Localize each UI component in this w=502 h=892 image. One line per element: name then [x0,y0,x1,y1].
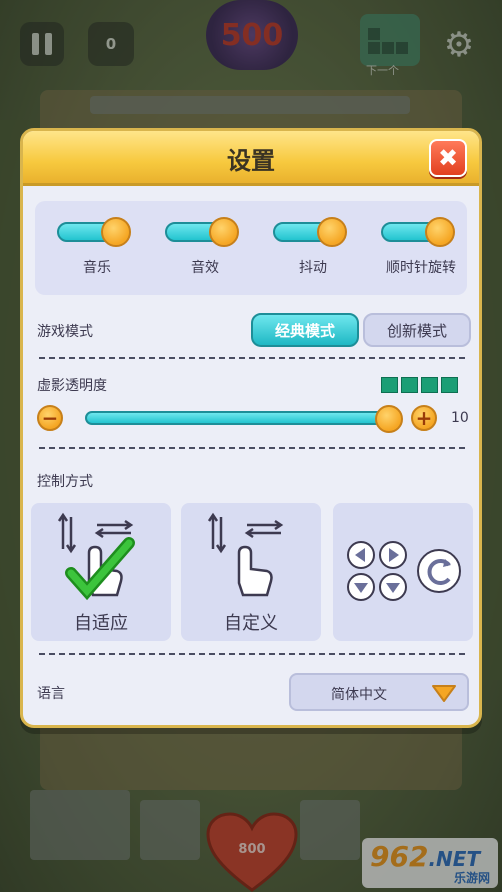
dpad-controls-icon [347,541,461,601]
toggle-label: 音效 [191,260,219,276]
language-label: 语言 [37,686,65,702]
chevron-down-icon [432,685,456,702]
opacity-slider-handle[interactable] [375,405,403,433]
divider [39,447,465,449]
settings-dialog: 设置 ✖ 音乐 音效 抖动 顺时针旋转 游戏模式 经典模式 创新模式 虚影透明度… [20,128,482,728]
opacity-value: 10 [451,410,469,426]
control-adaptive-card[interactable]: 自适应 [31,503,171,641]
toggle-vibration[interactable]: 抖动 [263,217,363,287]
language-select[interactable]: 简体中文 [289,673,469,711]
toggle-label: 顺时针旋转 [386,260,456,276]
opacity-decrease-button[interactable]: − [37,405,63,431]
custom-gesture-icon [207,512,284,597]
control-method-label: 控制方式 [37,474,93,490]
dialog-header: 设置 ✖ [23,131,479,186]
toggle-label: 音乐 [83,260,111,276]
opacity-preview-blocks [381,377,458,393]
sound-effects-switch[interactable] [165,217,239,247]
divider [39,357,465,359]
control-custom-card[interactable]: 自定义 [181,503,321,641]
toggle-music[interactable]: 音乐 [47,217,147,287]
opacity-increase-button[interactable]: + [411,405,437,431]
language-value: 简体中文 [331,687,387,703]
clockwise-switch[interactable] [381,217,455,247]
dialog-title: 设置 [227,147,275,175]
swipe-gesture-icon [57,512,135,601]
control-buttons-card[interactable] [333,503,473,641]
control-custom-label: 自定义 [224,613,278,634]
game-mode-selector: 经典模式 创新模式 [251,313,471,347]
music-switch[interactable] [57,217,131,247]
control-adaptive-label: 自适应 [74,613,128,634]
toggle-sound-effects[interactable]: 音效 [155,217,255,287]
mode-creative-button[interactable]: 创新模式 [363,313,471,347]
sound-toggles-panel: 音乐 音效 抖动 顺时针旋转 [35,201,467,295]
close-button[interactable]: ✖ [429,139,467,177]
toggle-label: 抖动 [299,260,327,276]
opacity-slider-track[interactable] [85,411,391,425]
game-mode-label: 游戏模式 [37,324,93,340]
toggle-clockwise-rotation[interactable]: 顺时针旋转 [371,217,471,287]
close-icon: ✖ [437,144,459,172]
ghost-opacity-label: 虚影透明度 [37,378,107,394]
mode-classic-button[interactable]: 经典模式 [251,313,359,347]
divider [39,653,465,655]
vibration-switch[interactable] [273,217,347,247]
